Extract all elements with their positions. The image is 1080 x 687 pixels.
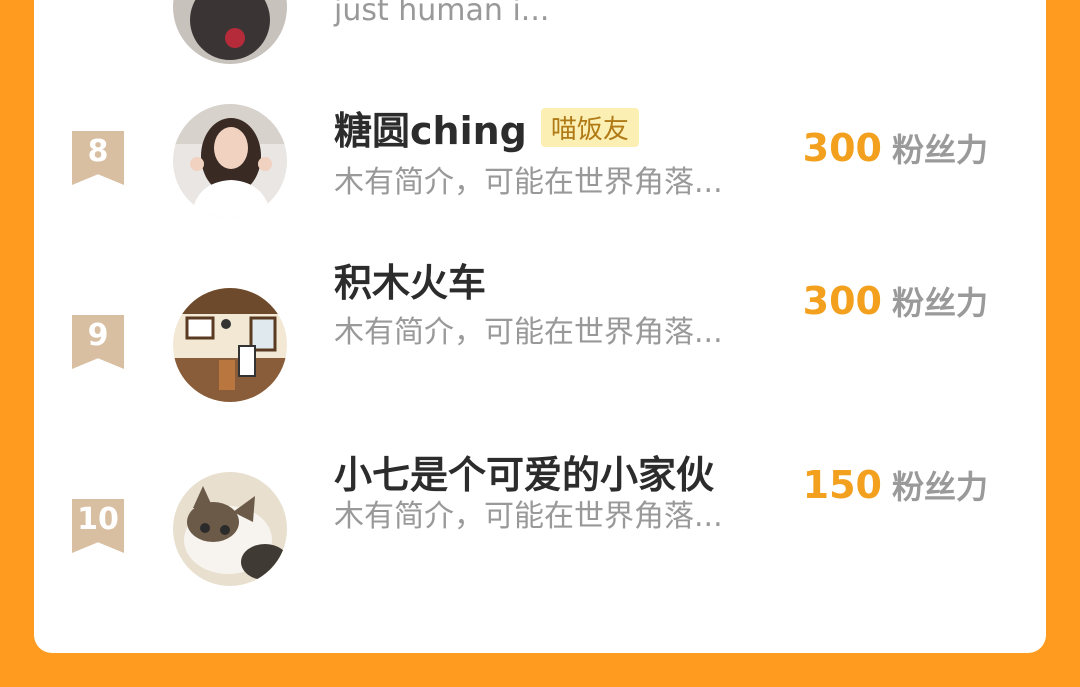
- table-row[interactable]: 8 糖圆ching 喵饭友 木有简介，可能在世界角落... 300 粉丝力: [34, 92, 1046, 232]
- user-bio: 木有简介，可能在世界角落...: [334, 315, 723, 350]
- table-row[interactable]: 10 小七是个可爱的小家伙 木有简介，可能在世界角落... 150 粉丝力: [34, 453, 1046, 600]
- rank-badge: 8: [72, 131, 124, 185]
- fan-power-score: 300 粉丝力: [803, 125, 988, 171]
- user-avatar[interactable]: [173, 0, 287, 64]
- user-avatar[interactable]: [173, 104, 287, 218]
- score-unit: 粉丝力: [891, 284, 988, 322]
- user-avatar[interactable]: [173, 288, 287, 402]
- user-name[interactable]: 积木火车: [334, 252, 486, 307]
- user-bio: just human i...: [334, 0, 550, 28]
- rank-badge: 9: [72, 315, 124, 369]
- fan-power-score: 150 粉丝力: [803, 462, 988, 508]
- fan-power-score: 300 粉丝力: [803, 278, 988, 324]
- user-bio: 木有简介，可能在世界角落...: [334, 165, 723, 200]
- user-avatar[interactable]: [173, 472, 287, 586]
- score-unit: 粉丝力: [891, 131, 988, 169]
- score-unit: 粉丝力: [891, 468, 988, 506]
- cartoon-room-avatar-icon: [173, 288, 287, 402]
- table-row[interactable]: 9 积木火车 木有简介，可能在世界角落... 300 粉丝力: [34, 261, 1046, 416]
- score-value: 300: [802, 279, 882, 323]
- ranking-panel: just human i... 8 糖圆ching 喵饭友 木有简介，可能在世界…: [34, 0, 1046, 653]
- kitten-photo-avatar-icon: [173, 472, 287, 586]
- score-value: 150: [802, 463, 882, 507]
- rank-badge: 10: [72, 499, 124, 553]
- user-name[interactable]: 糖圆ching: [334, 100, 527, 155]
- user-bio: 木有简介，可能在世界角落...: [334, 499, 723, 534]
- girl-photo-avatar-icon: [173, 104, 287, 218]
- score-value: 300: [802, 126, 882, 170]
- table-row[interactable]: just human i...: [34, 0, 1046, 64]
- fan-tag-badge: 喵饭友: [540, 108, 639, 147]
